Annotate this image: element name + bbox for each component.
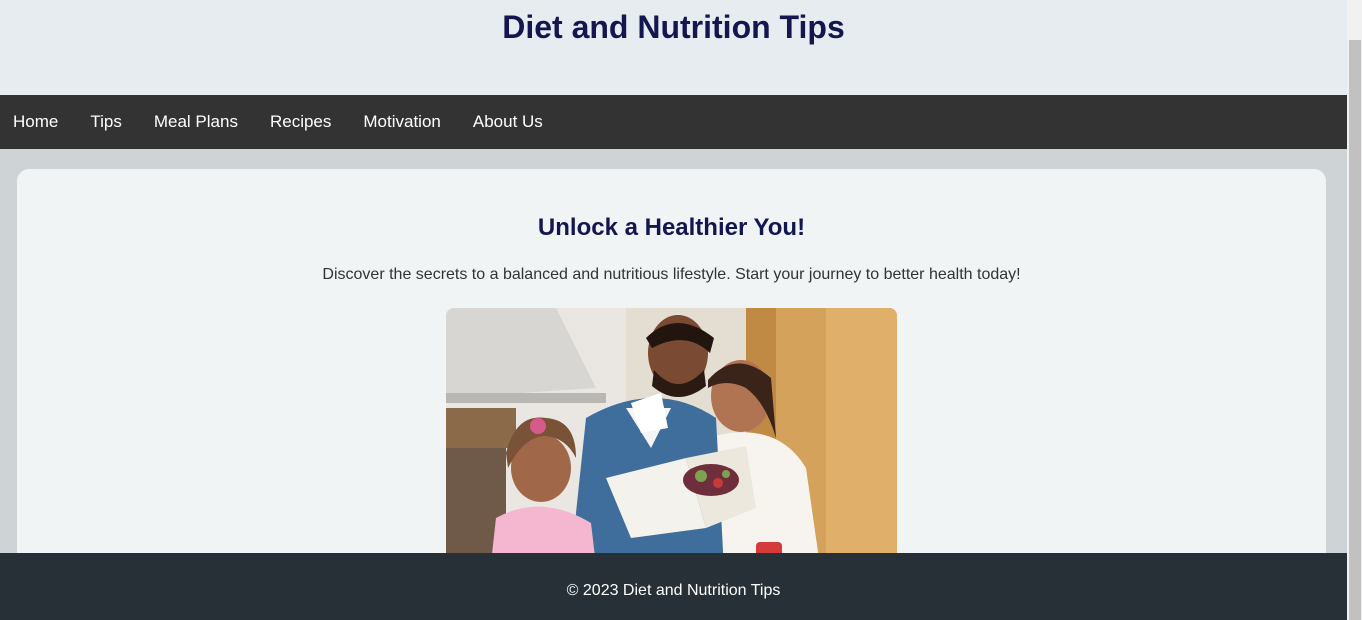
page-scrollbar[interactable]: [1347, 0, 1362, 620]
hero-text: Discover the secrets to a balanced and n…: [322, 266, 1021, 283]
scrollbar-thumb[interactable]: [1349, 40, 1361, 620]
nav-tips[interactable]: Tips: [90, 95, 122, 149]
hero-heading: Unlock a Healthier You!: [537, 214, 806, 241]
nav-about-us[interactable]: About Us: [473, 95, 543, 149]
nav-meal-plans[interactable]: Meal Plans: [154, 95, 238, 149]
copyright-text: © 2023 Diet and Nutrition Tips: [566, 582, 781, 599]
site-footer: © 2023 Diet and Nutrition Tips: [0, 553, 1347, 620]
main-nav: Home Tips Meal Plans Recipes Motivation …: [0, 95, 1347, 149]
page: Diet and Nutrition Tips Home Tips Meal P…: [0, 0, 1347, 620]
nav-home[interactable]: Home: [13, 95, 58, 149]
site-header: Diet and Nutrition Tips: [0, 0, 1347, 95]
site-title: Diet and Nutrition Tips: [502, 9, 845, 45]
nav-recipes[interactable]: Recipes: [270, 95, 331, 149]
nav-motivation[interactable]: Motivation: [363, 95, 440, 149]
